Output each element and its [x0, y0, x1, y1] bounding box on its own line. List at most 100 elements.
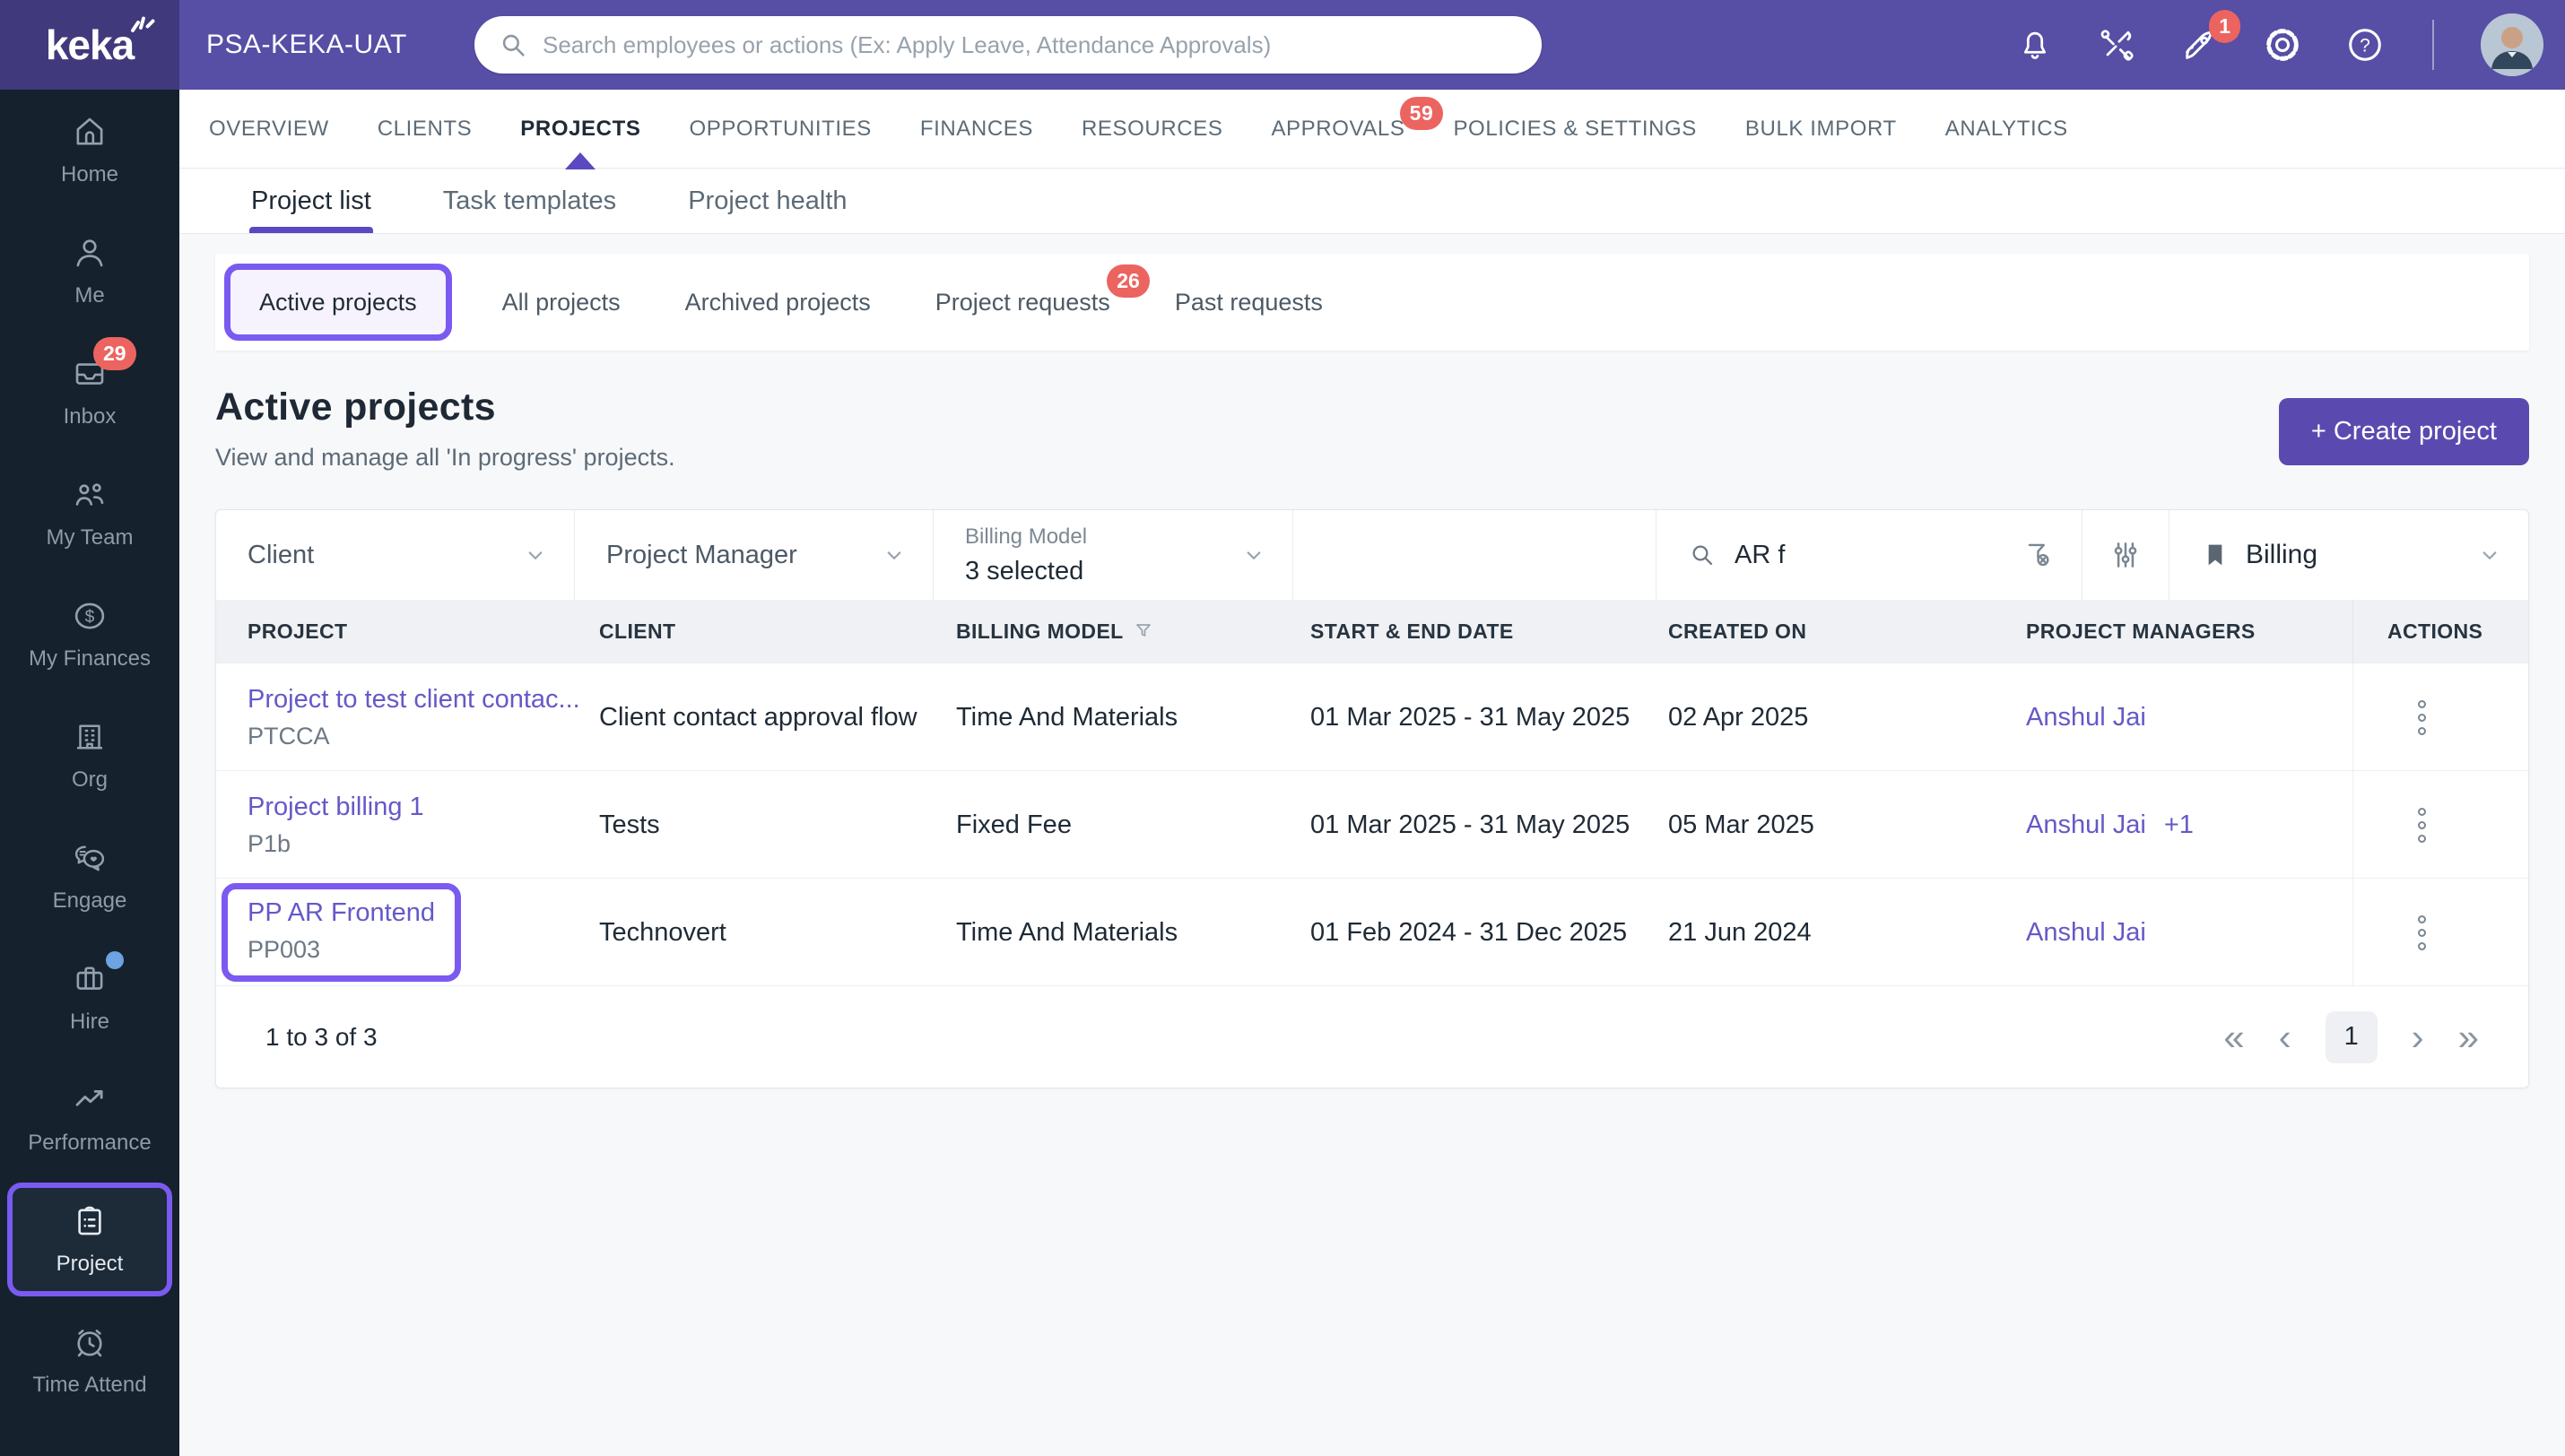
sidebar-item-time-attend[interactable]: Time Attend — [0, 1300, 179, 1421]
manager-link[interactable]: Anshul Jai — [2026, 810, 2146, 839]
search-icon — [1688, 541, 1717, 569]
bookmark-icon — [2201, 541, 2230, 569]
column-header-dates[interactable]: START & END DATE — [1310, 620, 1668, 644]
first-page-icon[interactable]: « — [2223, 1018, 2244, 1056]
project-manager-filter-dropdown[interactable]: Project Manager — [575, 510, 934, 600]
chevron-down-icon — [1240, 542, 1267, 568]
tab-finances[interactable]: FINANCES — [896, 90, 1057, 169]
active-subtab-underline — [249, 227, 373, 233]
client-cell: Tests — [599, 810, 660, 839]
chat-bubbles-icon — [71, 839, 109, 877]
sidebar-item-inbox[interactable]: Inbox 29 — [0, 332, 179, 453]
logo-spark-icon — [125, 6, 157, 39]
prev-page-icon[interactable]: ‹ — [2279, 1018, 2291, 1056]
project-name-link[interactable]: PP AR Frontend — [248, 898, 435, 928]
sidebar-item-label: Org — [71, 767, 108, 792]
tab-analytics[interactable]: ANALYTICS — [1921, 90, 2092, 169]
tools-icon[interactable] — [2097, 24, 2138, 65]
tab-approvals[interactable]: APPROVALS 59 — [1247, 90, 1444, 169]
tab-policies-settings[interactable]: POLICIES & SETTINGS — [1429, 90, 1720, 169]
sidebar-item-hire[interactable]: Hire — [0, 937, 179, 1058]
sidebar-item-label: Engage — [52, 888, 127, 913]
subtab-project-list[interactable]: Project list — [215, 169, 407, 233]
current-page-button[interactable]: 1 — [2325, 1010, 2378, 1063]
help-icon[interactable]: ? — [2344, 24, 2386, 65]
next-page-icon[interactable]: › — [2412, 1018, 2424, 1056]
tab-overview[interactable]: OVERVIEW — [185, 90, 353, 169]
column-settings-icon[interactable] — [2082, 510, 2169, 600]
global-search[interactable] — [474, 16, 1542, 74]
subtab-task-templates[interactable]: Task templates — [407, 169, 652, 233]
sidebar-item-label: My Finances — [28, 646, 152, 671]
table-search-value[interactable]: AR f — [1735, 541, 1785, 570]
chevron-down-icon — [522, 542, 549, 568]
rocket-icon[interactable]: 1 — [2179, 10, 2240, 65]
table-row[interactable]: Project billing 1 P1b Tests Fixed Fee 01… — [216, 770, 2528, 879]
column-header-managers[interactable]: PROJECT MANAGERS — [2026, 620, 2352, 644]
managers-cell: Anshul Jai — [2026, 918, 2352, 948]
topbar: keka PSA-KEKA-UAT Search employees or ac… — [0, 0, 2565, 90]
table-header-row: PROJECT CLIENT BILLING MODEL START & END… — [216, 600, 2528, 663]
table-search[interactable]: AR f — [1656, 510, 2082, 600]
manager-extra-count[interactable]: +1 — [2164, 810, 2194, 839]
tab-bulk-import[interactable]: BULK IMPORT — [1721, 90, 1921, 169]
topbar-divider — [2432, 20, 2434, 70]
client-cell: Technovert — [599, 917, 726, 947]
table-row[interactable]: PP AR Frontend PP003 Technovert Time And… — [216, 878, 2528, 986]
row-actions-kebab-icon[interactable] — [2409, 799, 2435, 852]
filter-funnel-icon[interactable] — [1133, 620, 1154, 642]
sidebar-item-label: Me — [74, 283, 105, 308]
filter-tab-active-projects[interactable]: Active projects — [224, 264, 452, 341]
manager-link[interactable]: Anshul Jai — [2026, 918, 2146, 947]
client-filter-dropdown[interactable]: Client — [216, 510, 575, 600]
table-row[interactable]: Project to test client contac... PTCCA C… — [216, 663, 2528, 771]
column-header-project[interactable]: PROJECT — [216, 620, 599, 644]
filter-tab-past-requests[interactable]: Past requests — [1143, 254, 1355, 351]
column-header-billing-model[interactable]: BILLING MODEL — [956, 620, 1310, 644]
create-project-button[interactable]: + Create project — [2278, 398, 2529, 465]
keka-logo[interactable]: keka — [0, 0, 179, 90]
sidebar-item-performance[interactable]: Performance — [0, 1058, 179, 1179]
project-name-link[interactable]: Project to test client contac... — [248, 685, 599, 715]
settings-gear-icon[interactable] — [2262, 24, 2303, 65]
manager-link[interactable]: Anshul Jai — [2026, 703, 2146, 732]
sidebar-item-me[interactable]: Me — [0, 211, 179, 332]
subtab-project-health[interactable]: Project health — [652, 169, 883, 233]
workspace-title: PSA-KEKA-UAT — [206, 30, 407, 59]
last-page-icon[interactable]: » — [2458, 1018, 2479, 1056]
sidebar-item-org[interactable]: Org — [0, 695, 179, 816]
sidebar-item-my-team[interactable]: My Team — [0, 453, 179, 574]
tab-clients[interactable]: CLIENTS — [353, 90, 497, 169]
filter-tab-project-requests[interactable]: Project requests 26 — [903, 254, 1150, 351]
saved-view-dropdown[interactable]: Billing — [2169, 510, 2528, 600]
active-tab-indicator — [565, 152, 596, 169]
project-name-link[interactable]: Project billing 1 — [248, 793, 599, 822]
sidebar-item-home[interactable]: Home — [0, 90, 179, 211]
user-avatar[interactable] — [2481, 13, 2543, 76]
billing-model-cell: Time And Materials — [956, 702, 1178, 732]
sidebar-item-my-finances[interactable]: $ My Finances — [0, 574, 179, 695]
created-cell: 21 Jun 2024 — [1668, 917, 1812, 947]
project-filter-tabs: Active projects All projects Archived pr… — [215, 254, 2529, 351]
billing-model-filter-dropdown[interactable]: Billing Model 3 selected — [934, 510, 1293, 600]
notifications-bell-icon[interactable] — [2014, 24, 2056, 65]
sidebar-item-label: Hire — [69, 1010, 109, 1034]
row-actions-kebab-icon[interactable] — [2409, 906, 2435, 959]
clear-filter-icon[interactable] — [2022, 538, 2056, 572]
column-header-client[interactable]: CLIENT — [599, 620, 956, 644]
svg-text:?: ? — [2360, 35, 2370, 56]
row-actions-kebab-icon[interactable] — [2409, 691, 2435, 744]
global-search-input[interactable] — [543, 30, 1518, 59]
pagination-summary: 1 to 3 of 3 — [265, 1022, 378, 1051]
tab-opportunities[interactable]: OPPORTUNITIES — [665, 90, 895, 169]
tab-resources[interactable]: RESOURCES — [1057, 90, 1247, 169]
tab-projects[interactable]: PROJECTS — [496, 90, 665, 169]
filter-tab-archived-projects[interactable]: Archived projects — [653, 254, 903, 351]
sidebar-item-engage[interactable]: Engage — [0, 816, 179, 937]
column-header-created[interactable]: CREATED ON — [1668, 620, 2026, 644]
sidebar-item-project[interactable]: Project — [7, 1183, 172, 1296]
person-icon — [71, 234, 109, 272]
people-icon — [71, 476, 109, 514]
filter-tab-all-projects[interactable]: All projects — [470, 254, 653, 351]
dates-cell: 01 Mar 2025 - 31 May 2025 — [1310, 810, 1630, 839]
